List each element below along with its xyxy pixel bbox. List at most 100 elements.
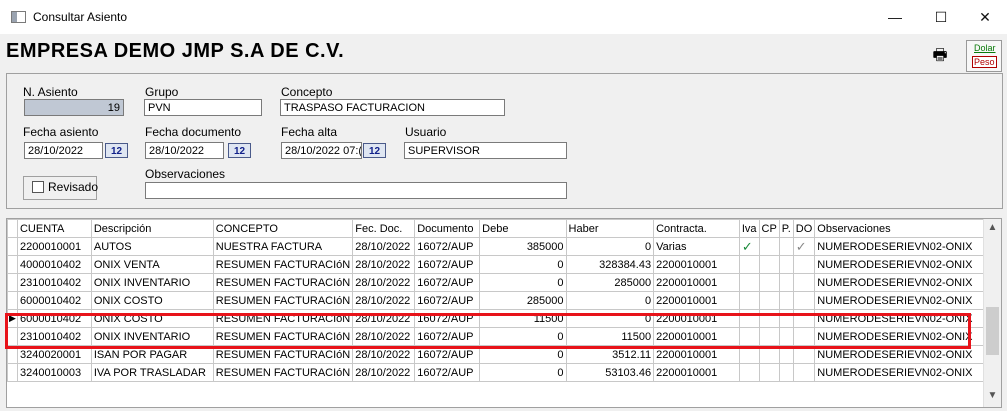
grupo-field[interactable]: PVN [144, 99, 262, 116]
cell-cp[interactable] [758, 327, 780, 346]
cell-cp[interactable] [758, 309, 780, 328]
cell-fec-doc[interactable]: 28/10/2022 [352, 273, 416, 292]
cell-haber[interactable]: 0 [565, 309, 655, 328]
revisado-checkbox[interactable] [32, 181, 44, 193]
table-row[interactable]: 6000010402 ONIX COSTO RESUMEN FACTURACIóN 2… [7, 291, 1001, 310]
cell-descripcion[interactable]: IVA POR TRASLADAR [90, 363, 214, 382]
cell-concepto[interactable]: RESUMEN FACTURACIóN [212, 291, 354, 310]
cell-fec-doc[interactable]: 28/10/2022 [352, 237, 416, 256]
cell-descripcion[interactable]: ONIX VENTA [90, 255, 214, 274]
cell-concepto[interactable]: RESUMEN FACTURACIóN [212, 309, 354, 328]
column-header[interactable]: CP [758, 219, 780, 238]
cell-descripcion[interactable]: AUTOS [90, 237, 214, 256]
cell-descripcion[interactable]: ONIX INVENTARIO [90, 273, 214, 292]
cell-do[interactable] [792, 309, 816, 328]
fecha-alta-calendar-button[interactable]: 12 [363, 143, 386, 158]
maximize-button[interactable]: ☐ [918, 0, 964, 34]
cell-documento[interactable]: 16072/AUP [414, 327, 481, 346]
column-header[interactable]: Contracta. [653, 219, 740, 238]
cell-cuenta[interactable]: 6000010402 [16, 291, 92, 310]
cell-iva[interactable]: ✓ [738, 237, 760, 256]
table-row[interactable]: ▶ 6000010402 ONIX COSTO RESUMEN FACTURACIóN… [7, 309, 1001, 328]
row-indicator[interactable] [7, 363, 18, 382]
cell-descripcion[interactable]: ONIX COSTO [90, 309, 214, 328]
usuario-field[interactable]: SUPERVISOR [404, 142, 567, 159]
cell-observaciones[interactable]: NUMERODESERIEVN02-ONIX [814, 345, 1001, 364]
cell-do[interactable]: ✓ [792, 237, 816, 256]
cell-iva[interactable] [738, 309, 760, 328]
column-header[interactable]: Fec. Doc. [352, 219, 416, 238]
minimize-button[interactable]: — [872, 0, 918, 34]
fecha-asiento-calendar-button[interactable]: 12 [105, 143, 128, 158]
cell-iva[interactable] [738, 345, 760, 364]
cell-haber[interactable]: 53103.46 [565, 363, 655, 382]
observaciones-field[interactable] [145, 182, 567, 199]
cell-descripcion[interactable]: ONIX COSTO [90, 291, 214, 310]
cell-concepto[interactable]: RESUMEN FACTURACIóN [212, 273, 354, 292]
cell-do[interactable] [792, 291, 816, 310]
column-header[interactable]: Debe [479, 219, 567, 238]
cell-p[interactable] [778, 291, 794, 310]
cell-p[interactable] [778, 273, 794, 292]
cell-do[interactable] [792, 255, 816, 274]
cell-p[interactable] [778, 309, 794, 328]
cell-p[interactable] [778, 345, 794, 364]
printer-icon[interactable]: 🖶 [930, 47, 950, 65]
cell-fec-doc[interactable]: 28/10/2022 [352, 363, 416, 382]
cell-contracta[interactable]: 2200010001 [653, 309, 740, 328]
cell-observaciones[interactable]: NUMERODESERIEVN02-ONIX [814, 237, 1001, 256]
cell-concepto[interactable]: NUESTRA FACTURA [212, 237, 354, 256]
cell-debe[interactable]: 0 [479, 327, 567, 346]
column-header[interactable]: Descripción [90, 219, 214, 238]
table-row[interactable]: 3240010003 IVA POR TRASLADAR RESUMEN FACTU… [7, 363, 1001, 382]
cell-documento[interactable]: 16072/AUP [414, 237, 481, 256]
cell-p[interactable] [778, 363, 794, 382]
cell-haber[interactable]: 285000 [565, 273, 655, 292]
cell-observaciones[interactable]: NUMERODESERIEVN02-ONIX [814, 327, 1001, 346]
table-row[interactable]: 4000010402 ONIX VENTA RESUMEN FACTURACIóN 2… [7, 255, 1001, 274]
row-indicator[interactable] [7, 273, 18, 292]
cell-documento[interactable]: 16072/AUP [414, 345, 481, 364]
cell-documento[interactable]: 16072/AUP [414, 309, 481, 328]
cell-observaciones[interactable]: NUMERODESERIEVN02-ONIX [814, 363, 1001, 382]
row-indicator[interactable] [7, 327, 18, 346]
cell-fec-doc[interactable]: 28/10/2022 [352, 309, 416, 328]
cell-debe[interactable]: 0 [479, 273, 567, 292]
cell-contracta[interactable]: 2200010001 [653, 255, 740, 274]
column-header[interactable]: CONCEPTO [212, 219, 354, 238]
cell-haber[interactable]: 0 [565, 237, 655, 256]
row-indicator[interactable] [7, 255, 18, 274]
cell-cp[interactable] [758, 273, 780, 292]
cell-concepto[interactable]: RESUMEN FACTURACIóN [212, 327, 354, 346]
cell-iva[interactable] [738, 327, 760, 346]
cell-observaciones[interactable]: NUMERODESERIEVN02-ONIX [814, 255, 1001, 274]
cell-documento[interactable]: 16072/AUP [414, 273, 481, 292]
cell-contracta[interactable]: 2200010001 [653, 273, 740, 292]
cell-debe[interactable]: 285000 [479, 291, 567, 310]
column-header[interactable]: CUENTA [16, 219, 92, 238]
fecha-asiento-field[interactable]: 28/10/2022 [24, 142, 103, 159]
scroll-up-arrow-icon[interactable]: ▲ [984, 221, 1001, 235]
cell-fec-doc[interactable]: 28/10/2022 [352, 345, 416, 364]
cell-iva[interactable] [738, 273, 760, 292]
column-header[interactable]: P. [778, 219, 794, 238]
cell-contracta[interactable]: 2200010001 [653, 345, 740, 364]
currency-toggle-button[interactable]: Dolar Peso [966, 40, 1002, 72]
cell-iva[interactable] [738, 291, 760, 310]
cell-debe[interactable]: 11500 [479, 309, 567, 328]
cell-cuenta[interactable]: 2310010402 [16, 273, 92, 292]
cell-cp[interactable] [758, 237, 780, 256]
cell-p[interactable] [778, 255, 794, 274]
cell-fec-doc[interactable]: 28/10/2022 [352, 327, 416, 346]
column-header[interactable]: DO [792, 219, 816, 238]
current-row-arrow-icon[interactable]: ▶ [7, 309, 18, 328]
cell-do[interactable] [792, 273, 816, 292]
fecha-documento-calendar-button[interactable]: 12 [228, 143, 251, 158]
grid-vertical-scrollbar[interactable]: ▲ ▼ [983, 219, 1001, 407]
cell-do[interactable] [792, 363, 816, 382]
cell-cuenta[interactable]: 2310010402 [16, 327, 92, 346]
cell-concepto[interactable]: RESUMEN FACTURACIóN [212, 345, 354, 364]
cell-cp[interactable] [758, 255, 780, 274]
cell-cuenta[interactable]: 3240020001 [16, 345, 92, 364]
cell-concepto[interactable]: RESUMEN FACTURACIóN [212, 363, 354, 382]
